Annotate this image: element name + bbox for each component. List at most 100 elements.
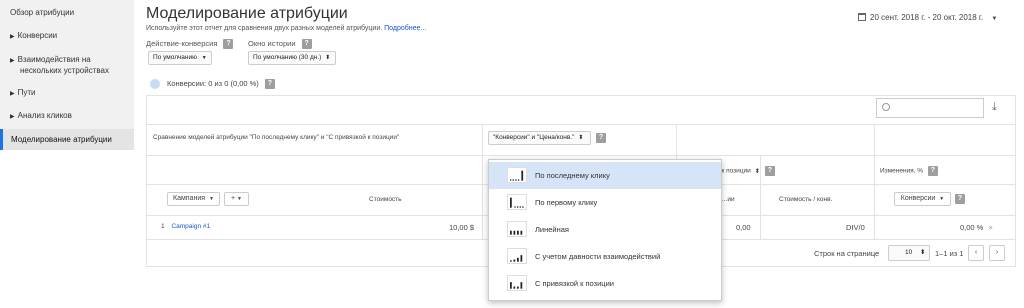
- cost-column-header: Стоимость: [369, 196, 402, 203]
- action-label-text: Действие-конверсия: [146, 39, 218, 48]
- conversions-text: Конверсии: 0 из 0 (0,00 %): [167, 79, 259, 88]
- campaign-btn-label: Кампания: [173, 195, 206, 202]
- subtitle-text: Используйте этот отчет для сравнения дву…: [146, 25, 383, 32]
- help-icon[interactable]: ?: [596, 133, 606, 143]
- conversions-summary: Конверсии: 0 из 0 (0,00 %) ?: [167, 79, 275, 90]
- chevron-down-icon: ▼: [939, 196, 945, 202]
- menu-item-label: С привязкой к позиции: [535, 279, 614, 288]
- sidebar-item-paths[interactable]: ▶ Пути: [0, 88, 134, 99]
- conversions-column-header-partial: ...ии: [722, 196, 735, 203]
- sidebar-item-label: Моделирование атрибуции: [11, 135, 112, 144]
- page-subtitle: Используйте этот отчет для сравнения дву…: [146, 25, 426, 32]
- search-input[interactable]: [876, 98, 984, 118]
- attribution-model-menu: По последнему клику По первому клику Лин…: [488, 159, 722, 301]
- sidebar-item-label: Обзор атрибуции: [10, 8, 75, 17]
- menu-item-label: Линейная: [535, 225, 569, 234]
- conversion-action-value: По умолчанию: [153, 54, 197, 61]
- expand-icon: ▶: [10, 34, 15, 40]
- row-change: 0,00 % ×: [960, 223, 993, 232]
- sidebar-item-conversions[interactable]: ▶ Конверсии: [0, 31, 134, 42]
- add-dimension-label: +: [231, 195, 236, 202]
- calendar-icon: [858, 13, 866, 21]
- row-cost-per-conv: DIV/0: [846, 223, 865, 232]
- rows-per-page-select[interactable]: 10 ⬍: [888, 245, 930, 261]
- help-icon[interactable]: ?: [764, 166, 775, 176]
- prev-page-button[interactable]: ‹: [968, 245, 984, 261]
- menu-item-position-based[interactable]: С привязкой к позиции: [489, 270, 721, 297]
- lookback-window-value: По умолчанию (30 дн.): [253, 54, 322, 61]
- sort-icon: ⬍: [920, 249, 926, 256]
- menu-item-label: С учетом давности взаимодействий: [535, 252, 661, 261]
- help-icon[interactable]: ?: [927, 166, 938, 176]
- window-label-text: Окно истории: [248, 39, 296, 48]
- date-range-picker[interactable]: 20 сент. 2018 г. - 20 окт. 2018 г. ▼: [858, 13, 997, 22]
- chevron-down-icon: ▼: [237, 196, 242, 202]
- menu-item-label: По первому клику: [535, 198, 598, 207]
- chevron-down-icon: ▼: [209, 196, 214, 202]
- row-conversions: 0,00: [736, 223, 751, 232]
- menu-item-label: По последнему клику: [535, 171, 610, 180]
- cost-per-conv-column-header: Стоимость / конв.: [779, 196, 833, 203]
- page-range: 1–1 из 1: [935, 249, 964, 258]
- linear-icon: [507, 221, 527, 237]
- rows-per-page-label: Строк на странице: [814, 249, 880, 258]
- sidebar-item-label: Конверсии: [17, 31, 58, 40]
- menu-item-last-click[interactable]: По последнему клику: [489, 162, 721, 189]
- conversions-series-dot: [150, 79, 160, 89]
- position-based-icon: [507, 275, 527, 291]
- add-dimension-button[interactable]: + ▼: [224, 192, 249, 206]
- sidebar-item-label-2: нескольких устройствах: [20, 66, 109, 75]
- learn-more-link[interactable]: Подробнее...: [384, 25, 426, 32]
- sort-icon: ⬍: [754, 167, 761, 175]
- action-conversion-label: Действие-конверсия ?: [146, 39, 234, 50]
- chevron-down-icon: ▼: [201, 55, 207, 61]
- expand-icon: ▶: [10, 58, 15, 64]
- last-click-icon: [507, 167, 527, 183]
- table-row: 1 Campaign #1: [161, 223, 210, 230]
- sidebar-item-label: Пути: [17, 88, 36, 97]
- help-icon[interactable]: ?: [223, 39, 234, 50]
- lookback-window-select[interactable]: По умолчанию (30 дн.) ⬍: [248, 51, 336, 65]
- sidebar-item-cross-device[interactable]: ▶ Взаимодействия на нескольких устройства…: [0, 55, 134, 76]
- search-icon: [882, 103, 890, 111]
- menu-item-time-decay[interactable]: С учетом давности взаимодействий: [489, 243, 721, 270]
- conversion-action-select[interactable]: По умолчанию ▼: [148, 51, 212, 65]
- help-icon[interactable]: ?: [955, 194, 965, 204]
- expand-icon: ▶: [10, 114, 15, 120]
- row-change-value: 0,00 %: [960, 223, 984, 232]
- comparison-label: Сравнение моделей атрибуции "По последне…: [153, 134, 400, 141]
- menu-item-linear[interactable]: Линейная: [489, 216, 721, 243]
- menu-item-first-click[interactable]: По первому клику: [489, 189, 721, 216]
- time-decay-icon: [507, 248, 527, 264]
- rows-per-page-value: 10: [905, 249, 913, 256]
- date-range-text: 20 сент. 2018 г. - 20 окт. 2018 г.: [870, 13, 984, 22]
- sidebar-item-click-analysis[interactable]: ▶ Анализ кликов: [0, 111, 134, 122]
- sort-icon: ⬍: [325, 55, 331, 61]
- expand-icon: ▶: [10, 91, 15, 97]
- sidebar-item-label: Анализ кликов: [17, 111, 72, 120]
- metric-select-value: "Конверсии" и "Цена/конв.": [493, 134, 575, 141]
- changes-label-text: Изменения, %: [880, 167, 924, 175]
- sidebar: Обзор атрибуции ▶ Конверсии ▶ Взаимодейств…: [0, 0, 134, 150]
- metric-select[interactable]: "Конверсии" и "Цена/конв." ⬍: [488, 131, 591, 145]
- sidebar-item-overview[interactable]: Обзор атрибуции: [0, 8, 134, 18]
- conversions-btn-label: Конверсии: [900, 195, 936, 202]
- row-cost: 10,00 $: [449, 223, 475, 232]
- download-icon[interactable]: ⤓: [992, 101, 997, 114]
- campaign-link[interactable]: Campaign #1: [171, 223, 210, 230]
- help-icon[interactable]: ?: [301, 39, 312, 50]
- conversions-metric-button[interactable]: Конверсии ▼: [894, 192, 951, 206]
- chevron-down-icon: ▼: [991, 16, 998, 22]
- campaign-dimension-button[interactable]: Кампания ▼: [167, 192, 220, 206]
- sidebar-item-attribution-modeling[interactable]: Моделирование атрибуции: [0, 129, 134, 150]
- first-click-icon: [507, 194, 527, 210]
- page-title: Моделирование атрибуции: [146, 5, 348, 22]
- close-icon[interactable]: ×: [988, 223, 992, 232]
- lookback-window-label: Окно истории ?: [248, 39, 312, 50]
- changes-column-header: Изменения, % ?: [880, 166, 938, 176]
- sort-icon: ⬍: [578, 135, 584, 141]
- help-icon[interactable]: ?: [264, 79, 275, 90]
- row-index: 1: [161, 223, 165, 230]
- sidebar-item-label: Взаимодействия на: [17, 55, 91, 64]
- next-page-button[interactable]: ›: [989, 245, 1005, 261]
